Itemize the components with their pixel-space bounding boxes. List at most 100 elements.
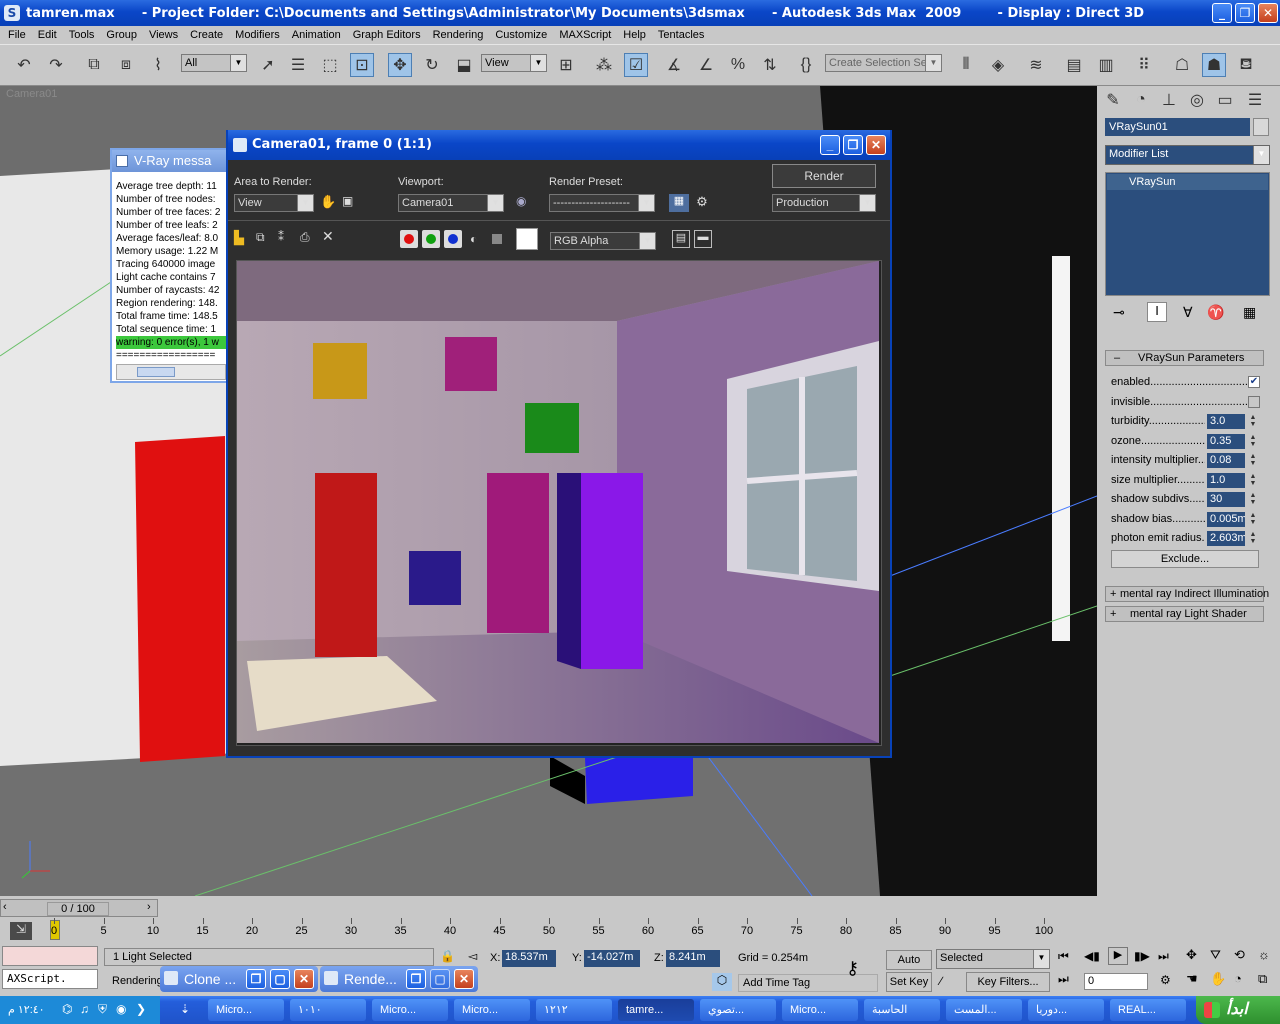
quick-render-icon[interactable]: ⛾: [1234, 53, 1258, 77]
create-tab-icon[interactable]: ✎: [1101, 88, 1125, 112]
close-button[interactable]: ✕: [294, 969, 314, 989]
blue-channel-toggle[interactable]: [444, 230, 462, 248]
tray-expand-icon[interactable]: ❯: [136, 1002, 146, 1016]
green-channel-toggle[interactable]: [422, 230, 440, 248]
menu-edit[interactable]: Edit: [32, 29, 63, 41]
color-swatch[interactable]: [516, 228, 538, 250]
quick-launch-icon[interactable]: ⇣: [180, 1002, 190, 1016]
hierarchy-tab-icon[interactable]: ⊥: [1157, 88, 1181, 112]
viewport-dropdown[interactable]: Camera01 ▼: [398, 194, 504, 212]
render-setup-icon[interactable]: ☖: [1170, 53, 1194, 77]
monochrome-icon[interactable]: [492, 234, 502, 244]
frame-counter[interactable]: 0 / 100: [47, 902, 109, 916]
taskbar-item[interactable]: ١٠١٠: [290, 999, 366, 1021]
undo-icon[interactable]: ↶: [12, 53, 36, 77]
menu-views[interactable]: Views: [143, 29, 184, 41]
environment-icon[interactable]: ⚙: [693, 194, 711, 212]
mirror-icon[interactable]: ⫴: [954, 53, 978, 77]
move-icon[interactable]: ✥: [388, 53, 412, 77]
menu-file[interactable]: File: [2, 29, 32, 41]
time-slider-prev-icon[interactable]: ‹: [3, 901, 7, 913]
maximize-button[interactable]: ❐: [1235, 3, 1255, 23]
taskbar-item[interactable]: الحاسبة: [864, 999, 940, 1021]
horizontal-scrollbar[interactable]: [116, 364, 226, 380]
render-preset-dropdown[interactable]: --------------------- ▼: [549, 194, 655, 212]
unlink-icon[interactable]: ⧈: [114, 53, 138, 77]
vray-messages-title[interactable]: V-Ray messa: [112, 150, 226, 172]
menu-customize[interactable]: Customize: [489, 29, 553, 41]
maximize-button[interactable]: ▢: [270, 969, 290, 989]
save-image-icon[interactable]: ▙: [234, 230, 244, 246]
field-of-view-icon[interactable]: ⟲: [1234, 947, 1245, 963]
render-window-minimized[interactable]: Rende... ❐ ▢ ✕: [320, 966, 478, 992]
spinner-snap-icon[interactable]: ⇅: [758, 53, 782, 77]
maxscript-listener-top[interactable]: [2, 946, 98, 966]
turbidity-spinner[interactable]: 3.0: [1207, 414, 1245, 429]
network-icon[interactable]: ⌬: [62, 1002, 72, 1016]
scale-icon[interactable]: ⬓: [452, 53, 476, 77]
time-configuration-icon[interactable]: ⚙: [1160, 973, 1171, 987]
area-to-render-dropdown[interactable]: View ▼: [234, 194, 314, 212]
key-mode-toggle-icon[interactable]: ⏭: [1058, 972, 1069, 987]
spinner-arrows-icon[interactable]: ▲ ▼: [1248, 414, 1258, 429]
scrollbar-thumb[interactable]: [137, 367, 175, 377]
display-tab-icon[interactable]: ▭: [1213, 88, 1237, 112]
lock-viewport-icon[interactable]: ◉: [516, 194, 534, 212]
taskbar-item[interactable]: تصوي...: [700, 999, 776, 1021]
close-button[interactable]: ✕: [1258, 3, 1278, 23]
shadow-bias-spinner[interactable]: 0.005m: [1207, 512, 1245, 527]
pivot-center-icon[interactable]: ⊞: [554, 53, 578, 77]
time-tag-icon[interactable]: ⬡: [712, 973, 732, 991]
go-to-start-icon[interactable]: ⏮: [1058, 949, 1069, 964]
taskbar-item[interactable]: REAL...: [1110, 999, 1186, 1021]
taskbar-item-active[interactable]: tamre...: [618, 999, 694, 1021]
layer-manager-icon[interactable]: ≋: [1024, 53, 1048, 77]
size-multiplier-spinner[interactable]: 1.0: [1207, 473, 1245, 488]
align-icon[interactable]: ◈: [986, 53, 1010, 77]
key-mode-dropdown[interactable]: Selected ▼: [936, 949, 1050, 969]
enabled-checkbox[interactable]: ✔: [1248, 376, 1260, 388]
menu-help[interactable]: Help: [617, 29, 652, 41]
menu-tentacles[interactable]: Tentacles: [652, 29, 710, 41]
spinner-arrows-icon[interactable]: ▲ ▼: [1248, 512, 1258, 527]
rollout-header-mr-indirect[interactable]: + mental ray Indirect Illumination: [1105, 586, 1269, 602]
pan-icon[interactable]: ☚: [1186, 971, 1198, 987]
motion-tab-icon[interactable]: ◎: [1185, 88, 1209, 112]
menu-create[interactable]: Create: [184, 29, 229, 41]
edit-named-selections-icon[interactable]: {}: [794, 53, 818, 77]
taskbar-item[interactable]: دوريا...: [1028, 999, 1104, 1021]
taskbar-item[interactable]: ١٢١٢: [536, 999, 612, 1021]
spinner-arrows-icon[interactable]: ▲ ▼: [1248, 453, 1258, 468]
photon-emit-radius-spinner[interactable]: 2.603m: [1207, 531, 1245, 546]
y-coordinate-field[interactable]: -14.027m: [584, 950, 640, 967]
time-slider[interactable]: ‹ 0 / 100 ›: [0, 899, 158, 917]
clock[interactable]: ١٢:٤٠ م: [8, 1003, 45, 1016]
taskbar-item[interactable]: المست...: [946, 999, 1022, 1021]
exclude-button[interactable]: Exclude...: [1111, 550, 1259, 568]
utilities-tab-icon[interactable]: ☰: [1243, 88, 1267, 112]
taskbar-item[interactable]: Micro...: [208, 999, 284, 1021]
reference-coordinate-dropdown[interactable]: View ▼: [481, 54, 547, 72]
maximize-button[interactable]: ▢: [430, 969, 450, 989]
spinner-arrows-icon[interactable]: ▲ ▼: [1248, 434, 1258, 449]
maximize-button[interactable]: ❐: [843, 135, 863, 155]
rotate-icon[interactable]: ↻: [420, 53, 444, 77]
render-setup-icon[interactable]: ▦: [669, 194, 689, 212]
close-button[interactable]: ✕: [454, 969, 474, 989]
menu-modifiers[interactable]: Modifiers: [229, 29, 286, 41]
material-editor-icon[interactable]: ⠿: [1132, 53, 1156, 77]
go-to-end-icon[interactable]: ⏭: [1158, 949, 1169, 964]
taskbar-item[interactable]: Micro...: [782, 999, 858, 1021]
menu-group[interactable]: Group: [100, 29, 143, 41]
spinner-arrows-icon[interactable]: ▲ ▼: [1248, 473, 1258, 488]
configure-sets-icon[interactable]: ▦: [1243, 304, 1256, 321]
menu-rendering[interactable]: Rendering: [427, 29, 490, 41]
clone-window-minimized[interactable]: Clone ... ❐ ▢ ✕: [160, 966, 318, 992]
hand-icon[interactable]: ✋: [320, 194, 338, 212]
maximize-viewport-icon[interactable]: ⧉: [1258, 971, 1267, 987]
curve-editor-icon[interactable]: ▤: [1062, 53, 1086, 77]
rect-selection-icon[interactable]: ⬚: [318, 53, 342, 77]
remove-modifier-icon[interactable]: ♈: [1207, 304, 1224, 321]
stack-item-vraysun[interactable]: VRaySun: [1107, 174, 1268, 190]
restore-button[interactable]: ❐: [406, 969, 426, 989]
